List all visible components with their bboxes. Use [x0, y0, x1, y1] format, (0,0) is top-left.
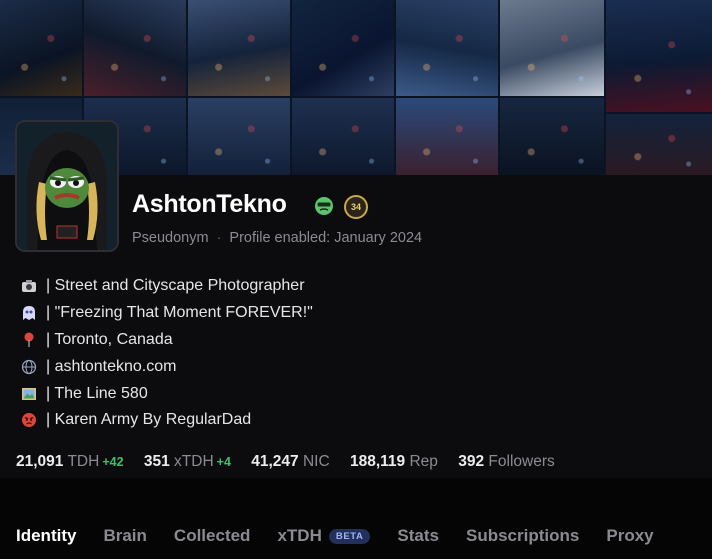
- tab-collected[interactable]: Collected: [174, 526, 251, 546]
- level-badge[interactable]: 34: [344, 195, 368, 219]
- stat-unit: TDH: [67, 453, 100, 470]
- profile-name: AshtonTekno: [132, 190, 287, 218]
- tab-xtdh[interactable]: xTDH BETA: [277, 526, 371, 546]
- stat-nic[interactable]: 41,247 NIC: [251, 453, 329, 471]
- profile-stats: 21,091 TDH +42 351 xTDH +4 41,247 NIC 188,…: [16, 453, 571, 471]
- bio-line: | "Freezing That Moment FOREVER!": [18, 300, 578, 327]
- angry-face-icon: [18, 412, 40, 428]
- bio-text: | The Line 580: [46, 384, 148, 402]
- classification-label: Pseudonym: [132, 230, 209, 246]
- bio-text: | Karen Army By RegularDad: [46, 411, 252, 429]
- camera-icon: [18, 279, 40, 293]
- tab-stats[interactable]: Stats: [397, 526, 439, 546]
- stat-rep[interactable]: 188,119 Rep: [350, 453, 438, 471]
- profile-enabled-date: Profile enabled: January 2024: [229, 230, 423, 246]
- stat-xtdh[interactable]: 351 xTDH +4: [144, 453, 231, 471]
- bio-line: | Karen Army By RegularDad: [18, 407, 578, 434]
- ghost-icon: [18, 305, 40, 321]
- stat-value: 351: [143, 453, 170, 470]
- pin-icon: [18, 332, 40, 348]
- tab-identity[interactable]: Identity: [16, 526, 76, 546]
- stat-value: 188,119: [349, 453, 406, 470]
- tab-brain[interactable]: Brain: [103, 526, 146, 546]
- bio-line: | The Line 580: [18, 380, 578, 407]
- web-icon: [18, 359, 40, 375]
- bio-line: | Toronto, Canada: [18, 327, 578, 354]
- stat-value: 41,247: [251, 453, 299, 470]
- stat-unit: Followers: [488, 453, 555, 470]
- stat-unit: Rep: [409, 453, 438, 470]
- picture-icon: [18, 387, 40, 401]
- stat-unit: xTDH: [174, 453, 214, 470]
- bio-text: | ashtontekno.com: [46, 357, 177, 375]
- bio-text: | Street and Cityscape Photographer: [46, 277, 305, 295]
- tab-proxy[interactable]: Proxy: [606, 526, 653, 546]
- profile-bio: | Street and Cityscape Photographer | "F…: [18, 273, 578, 434]
- stat-value: 392: [458, 453, 485, 470]
- stat-delta: +42: [102, 455, 124, 469]
- tab-subscriptions[interactable]: Subscriptions: [466, 526, 579, 546]
- stat-tdh[interactable]: 21,091 TDH +42: [16, 453, 124, 471]
- tab-xtdh-label: xTDH: [277, 526, 322, 545]
- hooded-frog-avatar-image: [17, 122, 117, 250]
- profile-tabs: Identity Brain Collected xTDH BETA Stats …: [16, 526, 681, 546]
- bio-text: | "Freezing That Moment FOREVER!": [46, 304, 313, 322]
- face-badge-icon[interactable]: [314, 196, 334, 216]
- bio-line: | ashtontekno.com: [18, 353, 578, 380]
- tabs-background: [0, 478, 712, 559]
- bio-text: | Toronto, Canada: [46, 330, 173, 348]
- stat-unit: NIC: [302, 453, 330, 470]
- avatar[interactable]: [15, 120, 119, 252]
- stat-followers[interactable]: 392 Followers: [458, 453, 555, 471]
- meta-separator: ·: [216, 230, 222, 246]
- stat-value: 21,091: [16, 453, 64, 470]
- bio-line: | Street and Cityscape Photographer: [18, 273, 578, 300]
- profile-meta: Pseudonym · Profile enabled: January 2024: [132, 230, 422, 246]
- beta-badge: BETA: [328, 528, 371, 544]
- stat-delta: +4: [216, 455, 231, 469]
